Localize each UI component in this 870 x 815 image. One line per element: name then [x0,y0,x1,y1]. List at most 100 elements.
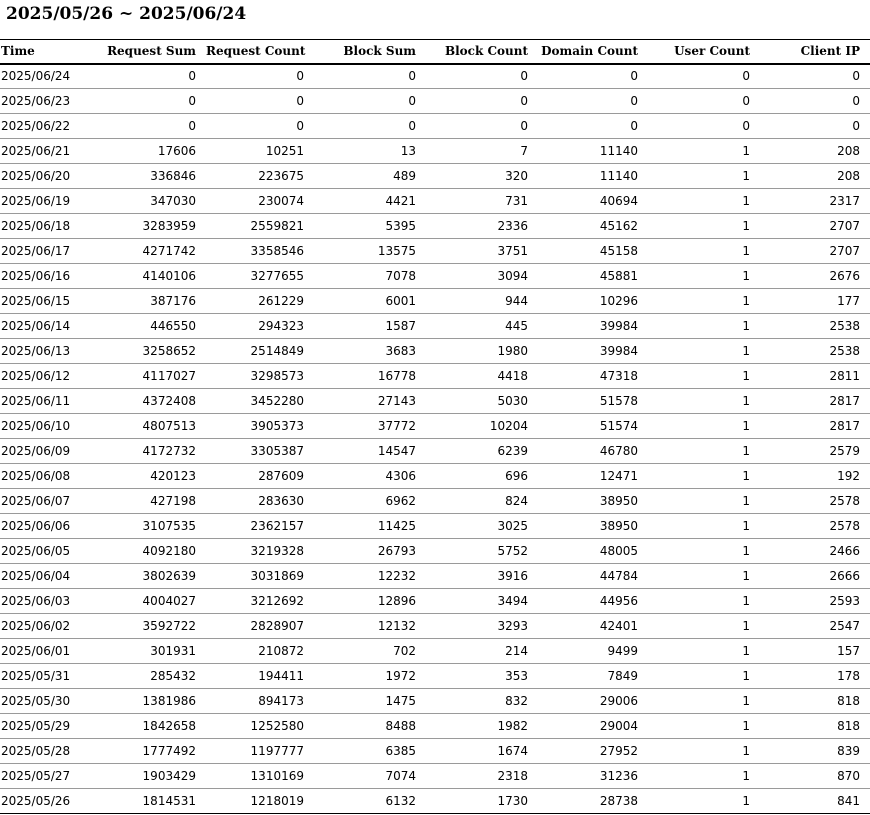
cell-time: 2025/06/13 [1,344,71,358]
cell-request-count: 3298573 [250,369,304,383]
table-row: 2025/06/01 301931 210872 702 214 9499 1 157 [0,639,870,664]
cell-time: 2025/06/11 [1,394,71,408]
cell-client-ip: 2811 [829,369,860,383]
cell-request-count: 0 [296,94,304,108]
cell-user-count: 1 [742,369,750,383]
table-row: 2025/05/27 1903429 1310169 7074 2318 31236 1 87… [0,764,870,789]
cell-client-ip: 2317 [829,194,860,208]
header-block-count: Block Count [444,44,528,59]
cell-request-count: 210872 [258,644,304,658]
cell-client-ip: 2579 [829,444,860,458]
report-page: 2025/05/26 ~ 2025/06/24 Time Request Sum… [0,0,870,815]
cell-time: 2025/06/07 [1,494,71,508]
cell-time: 2025/06/01 [1,644,71,658]
table-row: 2025/06/07 427198 283630 6962 824 38950 1 2578 [0,489,870,514]
cell-domain-count: 29004 [599,719,638,733]
cell-block-sum: 0 [408,94,416,108]
cell-request-count: 1197777 [250,744,304,758]
cell-client-ip: 2817 [829,419,860,433]
cell-block-count: 696 [505,469,528,483]
cell-client-ip: 2707 [829,244,860,258]
cell-request-sum: 446550 [150,319,196,333]
cell-request-sum: 4372408 [142,394,196,408]
cell-request-count: 1310169 [250,769,304,783]
table-row: 2025/06/03 4004027 3212692 12896 3494 44956 1 2… [0,589,870,614]
report-title: 2025/05/26 ~ 2025/06/24 [6,4,247,24]
cell-domain-count: 44956 [599,594,638,608]
cell-time: 2025/06/09 [1,444,71,458]
cell-block-count: 3916 [497,569,528,583]
cell-request-sum: 336846 [150,169,196,183]
cell-block-count: 2318 [497,769,528,783]
cell-time: 2025/06/02 [1,619,71,633]
cell-request-sum: 387176 [150,294,196,308]
cell-block-sum: 7074 [385,769,416,783]
cell-client-ip: 870 [837,769,860,783]
cell-block-sum: 16778 [377,369,416,383]
cell-request-count: 3219328 [250,544,304,558]
cell-client-ip: 0 [852,119,860,133]
cell-block-sum: 1587 [385,319,416,333]
cell-block-count: 214 [505,644,528,658]
header-client-ip: Client IP [800,44,860,59]
cell-time: 2025/06/05 [1,544,71,558]
cell-user-count: 1 [742,719,750,733]
table-row: 2025/06/02 3592722 2828907 12132 3293 42401 1 2… [0,614,870,639]
table-row: 2025/06/11 4372408 3452280 27143 5030 51578 1 2… [0,389,870,414]
table-body: 2025/06/24 0 0 0 0 0 0 0 2025/06/23 0 0 0 0 0 0 0 2025/0… [0,64,870,814]
cell-block-count: 3751 [497,244,528,258]
cell-request-count: 1218019 [250,794,304,808]
cell-domain-count: 48005 [599,544,638,558]
table-row: 2025/06/24 0 0 0 0 0 0 0 [0,64,870,89]
cell-block-sum: 4421 [385,194,416,208]
cell-domain-count: 0 [630,94,638,108]
cell-request-sum: 0 [188,119,196,133]
cell-time: 2025/06/18 [1,219,71,233]
table-row: 2025/06/12 4117027 3298573 16778 4418 47318 1 2… [0,364,870,389]
cell-block-count: 5030 [497,394,528,408]
cell-user-count: 1 [742,344,750,358]
cell-user-count: 1 [742,644,750,658]
cell-time: 2025/05/27 [1,769,71,783]
cell-block-sum: 1972 [385,669,416,683]
cell-user-count: 1 [742,419,750,433]
cell-user-count: 1 [742,294,750,308]
cell-request-count: 0 [296,69,304,84]
cell-domain-count: 7849 [607,669,638,683]
cell-domain-count: 44784 [599,569,638,583]
table-row: 2025/06/23 0 0 0 0 0 0 0 [0,89,870,114]
cell-time: 2025/06/06 [1,519,71,533]
table-row: 2025/05/28 1777492 1197777 6385 1674 27952 1 83… [0,739,870,764]
cell-domain-count: 0 [630,69,638,84]
cell-domain-count: 11140 [599,169,638,183]
cell-user-count: 1 [742,594,750,608]
cell-request-count: 2828907 [250,619,304,633]
cell-domain-count: 28738 [599,794,638,808]
cell-request-sum: 347030 [150,194,196,208]
cell-user-count: 1 [742,194,750,208]
cell-client-ip: 839 [837,744,860,758]
cell-time: 2025/06/22 [1,119,71,133]
cell-domain-count: 29006 [599,694,638,708]
cell-domain-count: 12471 [599,469,638,483]
table-row: 2025/06/05 4092180 3219328 26793 5752 48005 1 2… [0,539,870,564]
cell-domain-count: 40694 [599,194,638,208]
cell-request-sum: 1842658 [142,719,196,733]
cell-time: 2025/06/08 [1,469,71,483]
cell-time: 2025/06/16 [1,269,71,283]
header-row: Time Request Sum Request Count Block Sum… [0,39,870,64]
cell-user-count: 1 [742,569,750,583]
cell-request-count: 3031869 [250,569,304,583]
header-request-count: Request Count [206,44,306,59]
cell-request-count: 2559821 [250,219,304,233]
cell-client-ip: 2666 [829,569,860,583]
cell-time: 2025/06/03 [1,594,71,608]
cell-domain-count: 10296 [599,294,638,308]
cell-domain-count: 11140 [599,144,638,158]
cell-block-count: 3293 [497,619,528,633]
cell-domain-count: 46780 [599,444,638,458]
cell-domain-count: 51578 [599,394,638,408]
cell-request-sum: 1381986 [142,694,196,708]
cell-domain-count: 45158 [599,244,638,258]
cell-user-count: 1 [742,269,750,283]
